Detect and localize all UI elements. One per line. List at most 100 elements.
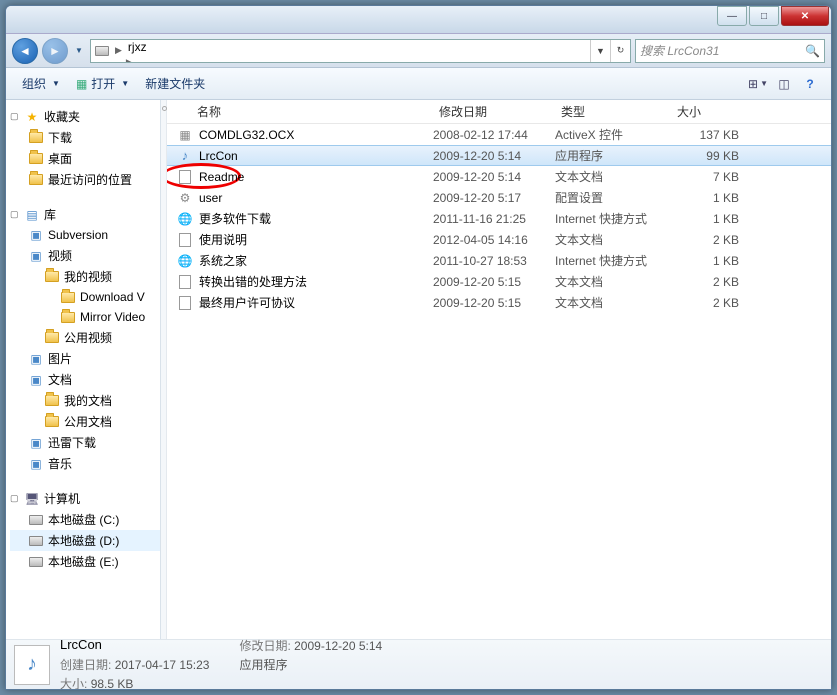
command-bar: 组织▼ ▦打开▼ 新建文件夹 ⊞ ▼ ◫ ?: [6, 68, 831, 100]
nav-item[interactable]: 我的视频: [10, 266, 160, 287]
drive-icon: [28, 512, 44, 528]
address-dropdown[interactable]: ▼: [590, 40, 610, 62]
nav-item[interactable]: Download V: [10, 287, 160, 307]
crumb-sep[interactable]: ▶: [124, 57, 135, 63]
folder-icon: [44, 330, 60, 346]
col-name[interactable]: 名称: [167, 100, 433, 123]
file-size: 137 KB: [671, 128, 747, 142]
nav-item[interactable]: Mirror Video: [10, 307, 160, 327]
column-headers: 名称 修改日期 类型 大小: [167, 100, 831, 124]
file-row[interactable]: ⚙user2009-12-20 5:17配置设置1 KB: [167, 187, 831, 208]
refresh-button[interactable]: ↻: [610, 40, 630, 62]
titlebar[interactable]: — □ ✕: [6, 6, 831, 34]
library-icon: ▣: [28, 372, 44, 388]
libraries-group[interactable]: ▢▤库: [10, 204, 160, 225]
file-row[interactable]: 最终用户许可协议2009-12-20 5:15文本文档2 KB: [167, 292, 831, 313]
drive-icon: [28, 533, 44, 549]
folder-icon: [44, 393, 60, 409]
nav-item[interactable]: ▣视频: [10, 245, 160, 266]
file-type: Internet 快捷方式: [555, 210, 671, 227]
nav-drive[interactable]: 本地磁盘 (C:): [10, 509, 160, 530]
file-date: 2009-12-20 5:14: [433, 170, 555, 184]
file-row[interactable]: 🌐更多软件下载2011-11-16 21:25Internet 快捷方式1 KB: [167, 208, 831, 229]
nav-item[interactable]: 我的文档: [10, 390, 160, 411]
nav-back-button[interactable]: ◄: [12, 38, 38, 64]
file-name: 更多软件下载: [199, 210, 271, 227]
computer-group[interactable]: ▢🖥计算机: [10, 488, 160, 509]
nav-drive[interactable]: 本地磁盘 (E:): [10, 551, 160, 572]
file-date: 2011-10-27 18:53: [433, 254, 555, 268]
file-name: Readme: [199, 170, 244, 184]
nav-item[interactable]: 最近访问的位置: [10, 169, 160, 190]
breadcrumb-segment[interactable]: rjxz: [124, 40, 203, 54]
folder-icon: [60, 289, 76, 305]
view-options-button[interactable]: ⊞ ▼: [745, 73, 771, 95]
doc-icon: [179, 296, 191, 310]
file-date: 2011-11-16 21:25: [433, 212, 555, 226]
file-rows[interactable]: ▦COMDLG32.OCX2008-02-12 17:44ActiveX 控件1…: [167, 124, 831, 639]
file-size: 7 KB: [671, 170, 747, 184]
details-type: 应用程序: [239, 658, 287, 672]
help-button[interactable]: ?: [797, 73, 823, 95]
navigation-pane[interactable]: ▢★收藏夹 下载桌面最近访问的位置 ▢▤库 ▣Subversion▣视频我的视频…: [6, 100, 161, 639]
details-file-icon: ♪: [14, 645, 50, 685]
doc-icon: [179, 275, 191, 289]
file-name: 最终用户许可协议: [199, 294, 295, 311]
favorites-group[interactable]: ▢★收藏夹: [10, 106, 160, 127]
col-date[interactable]: 修改日期: [433, 100, 555, 123]
maximize-button[interactable]: □: [749, 6, 779, 26]
nav-item[interactable]: 下载: [10, 127, 160, 148]
new-folder-button[interactable]: 新建文件夹: [137, 71, 213, 96]
nav-item[interactable]: 公用文档: [10, 411, 160, 432]
folder-icon: [44, 414, 60, 430]
preview-pane-button[interactable]: ◫: [771, 73, 797, 95]
doc-icon: [179, 170, 191, 184]
nav-item[interactable]: ▣Subversion: [10, 225, 160, 245]
file-type: 配置设置: [555, 189, 671, 206]
nav-item[interactable]: 公用视频: [10, 327, 160, 348]
star-icon: ★: [24, 109, 40, 125]
library-icon: ▣: [28, 351, 44, 367]
breadcrumb-bar[interactable]: ▶ 计算机▶本地磁盘 (D:)▶rjxz▶LRC_Tools▶LrcCon31▶…: [90, 39, 631, 63]
open-button[interactable]: ▦打开▼: [68, 71, 137, 96]
drive-icon: [28, 554, 44, 570]
folder-icon: [28, 130, 44, 146]
close-button[interactable]: ✕: [781, 6, 829, 26]
file-date: 2008-02-12 17:44: [433, 128, 555, 142]
file-date: 2009-12-20 5:14: [433, 149, 555, 163]
file-row[interactable]: 🌐系统之家2011-10-27 18:53Internet 快捷方式1 KB: [167, 250, 831, 271]
file-row[interactable]: 转换出错的处理方法2009-12-20 5:15文本文档2 KB: [167, 271, 831, 292]
file-size: 99 KB: [671, 149, 747, 163]
nav-item[interactable]: ▣文档: [10, 369, 160, 390]
nav-forward-button[interactable]: ►: [42, 38, 68, 64]
nav-item[interactable]: ▣音乐: [10, 453, 160, 474]
app-icon: ♪: [182, 148, 189, 163]
file-size: 2 KB: [671, 275, 747, 289]
col-type[interactable]: 类型: [555, 100, 671, 123]
file-row[interactable]: Readme2009-12-20 5:14文本文档7 KB: [167, 166, 831, 187]
file-list-pane: 名称 修改日期 类型 大小 ▦COMDLG32.OCX2008-02-12 17…: [167, 100, 831, 639]
file-type: 文本文档: [555, 231, 671, 248]
ocx-icon: ▦: [179, 128, 190, 142]
library-icon: ▣: [28, 227, 44, 243]
nav-item[interactable]: ▣迅雷下载: [10, 432, 160, 453]
nav-history-dropdown[interactable]: ▼: [72, 41, 86, 61]
file-row[interactable]: ▦COMDLG32.OCX2008-02-12 17:44ActiveX 控件1…: [167, 124, 831, 145]
file-date: 2012-04-05 14:16: [433, 233, 555, 247]
nav-item[interactable]: 桌面: [10, 148, 160, 169]
file-row[interactable]: ♪LrcCon2009-12-20 5:14应用程序99 KB: [167, 145, 831, 166]
folder-icon: [60, 309, 76, 325]
nav-drive[interactable]: 本地磁盘 (D:): [10, 530, 160, 551]
search-placeholder: 搜索 LrcCon31: [640, 42, 719, 59]
file-type: 应用程序: [555, 147, 671, 164]
nav-item[interactable]: ▣图片: [10, 348, 160, 369]
organize-menu[interactable]: 组织▼: [14, 71, 68, 96]
folder-icon: [28, 151, 44, 167]
crumb-sep[interactable]: ▶: [113, 45, 124, 56]
col-size[interactable]: 大小: [671, 100, 747, 123]
search-input[interactable]: 搜索 LrcCon31 🔍: [635, 39, 825, 63]
details-name: LrcCon: [60, 637, 102, 652]
file-row[interactable]: 使用说明2012-04-05 14:16文本文档2 KB: [167, 229, 831, 250]
minimize-button[interactable]: —: [717, 6, 747, 26]
file-name: user: [199, 191, 222, 205]
